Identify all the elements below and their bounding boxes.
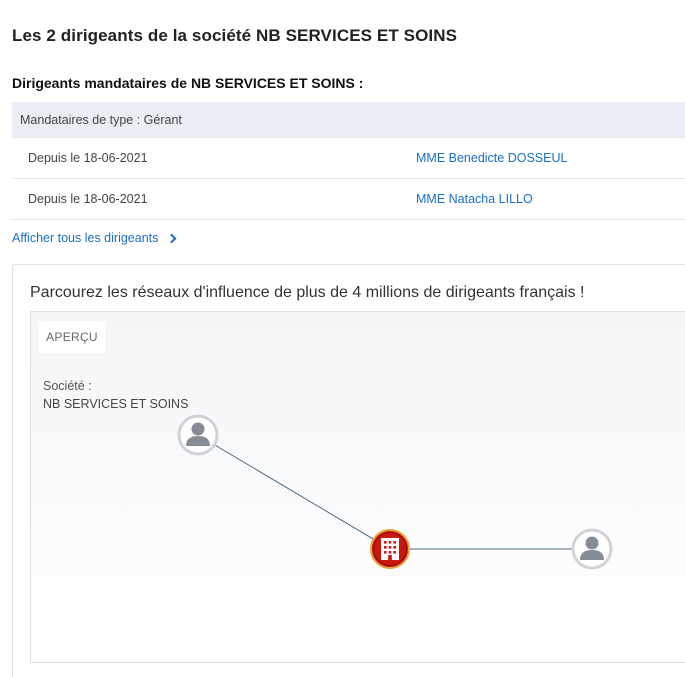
directors-table: Mandataires de type : Gérant Depuis le 1…	[12, 102, 685, 220]
show-all-label: Afficher tous les dirigeants	[12, 231, 159, 245]
since-date: Depuis le 18-06-2021	[28, 192, 148, 206]
table-group-header: Mandataires de type : Gérant	[12, 102, 685, 138]
director-link[interactable]: MME Natacha LILLO	[416, 192, 533, 206]
section-title: Dirigeants mandataires de NB SERVICES ET…	[12, 75, 364, 91]
company-label: Société :	[43, 379, 92, 393]
network-card: Parcourez les réseaux d'influence de plu…	[12, 264, 685, 677]
since-date: Depuis le 18-06-2021	[28, 151, 148, 165]
network-graph-canvas	[177, 414, 613, 570]
company-name: NB SERVICES ET SOINS	[43, 397, 189, 411]
network-card-title: Parcourez les réseaux d'influence de plu…	[30, 284, 585, 301]
page-title: Les 2 dirigeants de la société NB SERVIC…	[12, 26, 458, 45]
network-graph[interactable]: APERÇU Société : NB SERVICES ET SOINS	[30, 311, 685, 663]
building-icon	[381, 538, 399, 560]
table-row: Depuis le 18-06-2021 MME Natacha LILLO	[12, 179, 685, 220]
preview-badge[interactable]: APERÇU	[39, 321, 105, 353]
person-node[interactable]	[571, 528, 613, 570]
table-row: Depuis le 18-06-2021 MME Benedicte DOSSE…	[12, 138, 685, 179]
director-link[interactable]: MME Benedicte DOSSEUL	[416, 151, 567, 165]
show-all-directors-link[interactable]: Afficher tous les dirigeants	[12, 231, 177, 245]
chevron-right-icon	[166, 233, 177, 243]
person-node[interactable]	[177, 414, 219, 456]
company-node[interactable]	[370, 529, 410, 569]
graph-edge	[197, 434, 391, 550]
